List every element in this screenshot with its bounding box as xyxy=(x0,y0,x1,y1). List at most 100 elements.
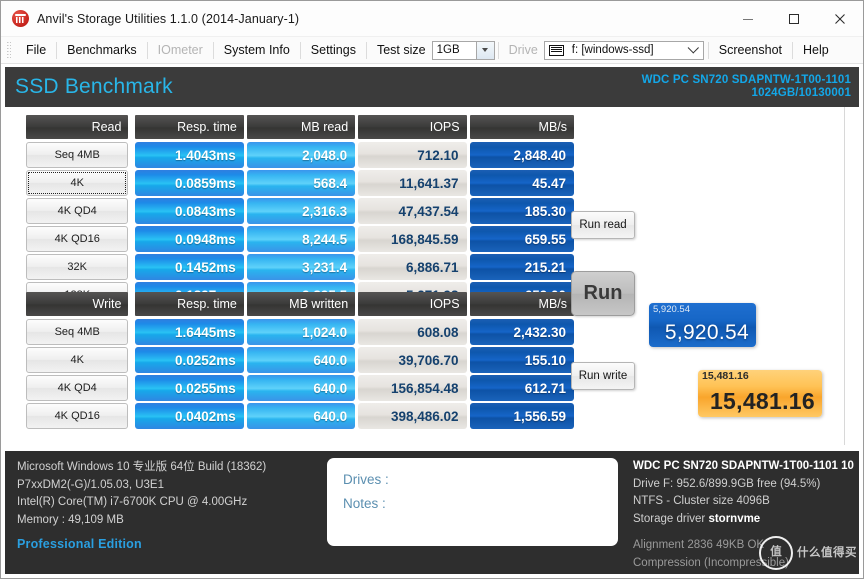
read-mbs-value: 215.21 xyxy=(469,254,575,280)
read-table-header: Read Resp. time MB read IOPS MB/s xyxy=(26,115,575,139)
table-row: 4K QD16 0.0402ms 640.0 398,486.02 1,556.… xyxy=(26,403,575,429)
read-row-button[interactable]: Seq 4MB xyxy=(26,142,129,168)
notes-box[interactable]: Drives : Notes : xyxy=(327,458,618,546)
app-window: Anvil's Storage Utilities 1.1.0 (2014-Ja… xyxy=(0,0,864,579)
footer-panel: Microsoft Windows 10 专业版 64位 Build (1836… xyxy=(5,451,859,574)
storage-driver-line: Storage driver stornvme xyxy=(633,511,859,529)
drive-value: f: [windows-ssd] xyxy=(571,44,654,56)
benchmark-header-band: SSD Benchmark WDC PC SN720 SDAPNTW-1T00-… xyxy=(5,67,859,107)
drive-filesystem: NTFS - Cluster size 4096B xyxy=(633,495,770,507)
table-row: 32K 0.1452ms 3,231.4 6,886.71 215.21 xyxy=(26,254,575,280)
minimize-icon[interactable] xyxy=(725,1,771,36)
write-header-iops: IOPS xyxy=(358,292,467,316)
read-iops-value: 11,641.37 xyxy=(358,170,467,196)
read-row-button[interactable]: 4K xyxy=(26,170,129,196)
read-header-mbs: MB/s xyxy=(469,115,575,139)
read-mbs-value: 2,848.40 xyxy=(469,142,575,168)
read-score-value: 5,920.54 xyxy=(664,321,749,344)
write-mbs-value: 612.71 xyxy=(469,375,575,401)
read-iops-value: 168,845.59 xyxy=(358,226,467,252)
write-table-header: Write Resp. time MB written IOPS MB/s xyxy=(26,292,575,316)
write-mb-value: 640.0 xyxy=(246,403,356,429)
table-row: Seq 4MB 1.6445ms 1,024.0 608.08 2,432.30 xyxy=(26,319,575,345)
page-title: SSD Benchmark xyxy=(15,75,173,98)
read-resp-value: 0.0859ms xyxy=(135,170,244,196)
toolbar-grip[interactable] xyxy=(7,41,11,59)
read-mb-value: 8,244.5 xyxy=(246,226,356,252)
test-size-select[interactable]: 1GB xyxy=(431,40,495,60)
read-mb-value: 568.4 xyxy=(246,170,356,196)
read-iops-value: 6,886.71 xyxy=(358,254,467,280)
os-version: Microsoft Windows 10 专业版 64位 Build (1836… xyxy=(17,461,267,473)
write-row-button[interactable]: 4K xyxy=(26,347,129,373)
window-title: Anvil's Storage Utilities 1.1.0 (2014-Ja… xyxy=(37,11,300,26)
write-iops-value: 39,706.70 xyxy=(358,347,467,373)
menu-toolbar: File Benchmarks IOmeter System Info Sett… xyxy=(1,37,863,64)
storage-driver-label: Storage driver xyxy=(633,512,706,525)
read-mbs-value: 185.30 xyxy=(469,198,575,224)
write-row-button[interactable]: 4K QD4 xyxy=(26,375,129,401)
title-bar: Anvil's Storage Utilities 1.1.0 (2014-Ja… xyxy=(1,1,863,37)
read-resp-value: 1.4043ms xyxy=(135,142,244,168)
device-identity: WDC PC SN720 SDAPNTW-1T00-1101 1024GB/10… xyxy=(642,74,851,100)
write-mbs-value: 1,556.59 xyxy=(469,403,575,429)
write-resp-value: 0.0255ms xyxy=(135,375,244,401)
read-row-button[interactable]: 4K QD16 xyxy=(26,226,129,252)
drive-info-block: WDC PC SN720 SDAPNTW-1T00-1101 10 Drive … xyxy=(627,451,859,574)
device-model: WDC PC SN720 SDAPNTW-1T00-1101 xyxy=(641,74,851,87)
read-header-mb: MB read xyxy=(246,115,356,139)
read-score-small: 5,920.54 xyxy=(653,304,690,315)
write-iops-value: 156,854.48 xyxy=(358,375,467,401)
menu-iometer: IOmeter xyxy=(157,43,203,57)
device-capacity-serial: 1024GB/10130001 xyxy=(751,87,851,99)
close-icon[interactable] xyxy=(817,1,863,36)
write-row-button[interactable]: 4K QD16 xyxy=(26,403,129,429)
write-mbs-value: 2,432.30 xyxy=(469,319,575,345)
write-mb-value: 1,024.0 xyxy=(246,319,356,345)
notes-area: Drives : Notes : xyxy=(327,451,627,574)
read-header-resp: Resp. time xyxy=(135,115,244,139)
alignment-info: Alignment 2836 49KB OK xyxy=(633,539,765,551)
write-row-button[interactable]: Seq 4MB xyxy=(26,319,129,345)
cpu-info: Intel(R) Core(TM) i7-6700K CPU @ 4.00GHz xyxy=(17,496,248,508)
read-results-table: Read Resp. time MB read IOPS MB/s Seq 4M… xyxy=(26,115,575,310)
write-header-mb: MB written xyxy=(246,292,356,316)
maximize-icon[interactable] xyxy=(771,1,817,36)
read-iops-value: 712.10 xyxy=(358,142,467,168)
menu-benchmarks[interactable]: Benchmarks xyxy=(57,43,146,57)
run-button[interactable]: Run xyxy=(571,271,635,316)
drive-select[interactable]: f: [windows-ssd] xyxy=(543,40,704,60)
run-read-button[interactable]: Run read xyxy=(571,211,635,239)
test-size-value: 1GB xyxy=(436,44,460,56)
read-mbs-value: 45.47 xyxy=(469,170,575,196)
read-row-button[interactable]: 32K xyxy=(26,254,129,280)
write-header-test: Write xyxy=(26,292,129,316)
table-row: Seq 4MB 1.4043ms 2,048.0 712.10 2,848.40 xyxy=(26,142,575,168)
read-row-button[interactable]: 4K QD4 xyxy=(26,198,129,224)
read-resp-value: 0.1452ms xyxy=(135,254,244,280)
write-resp-value: 1.6445ms xyxy=(135,319,244,345)
chevron-down-icon xyxy=(686,42,703,59)
read-iops-value: 47,437.54 xyxy=(358,198,467,224)
drive-icon xyxy=(548,44,564,56)
test-size-label: Test size xyxy=(376,43,426,57)
read-mb-value: 2,048.0 xyxy=(246,142,356,168)
panel-divider xyxy=(844,107,845,445)
table-row: 4K 0.0252ms 640.0 39,706.70 155.10 xyxy=(26,347,575,373)
menu-settings[interactable]: Settings xyxy=(301,43,366,57)
total-score-small: 15,481.16 xyxy=(702,370,749,382)
read-score-box: 5,920.54 5,920.54 xyxy=(649,303,756,347)
menu-file[interactable]: File xyxy=(16,43,56,57)
table-row: 4K QD4 0.0255ms 640.0 156,854.48 612.71 xyxy=(26,375,575,401)
run-write-button[interactable]: Run write xyxy=(571,362,635,390)
read-mb-value: 3,231.4 xyxy=(246,254,356,280)
write-iops-value: 398,486.02 xyxy=(358,403,467,429)
anvil-icon xyxy=(12,10,29,27)
drives-label: Drives : xyxy=(343,472,389,487)
menu-system-info[interactable]: System Info xyxy=(214,43,300,57)
results-area: Read Resp. time MB read IOPS MB/s Seq 4M… xyxy=(5,107,859,498)
menu-help[interactable]: Help xyxy=(793,43,839,57)
menu-screenshot[interactable]: Screenshot xyxy=(709,43,792,57)
write-header-resp: Resp. time xyxy=(135,292,244,316)
